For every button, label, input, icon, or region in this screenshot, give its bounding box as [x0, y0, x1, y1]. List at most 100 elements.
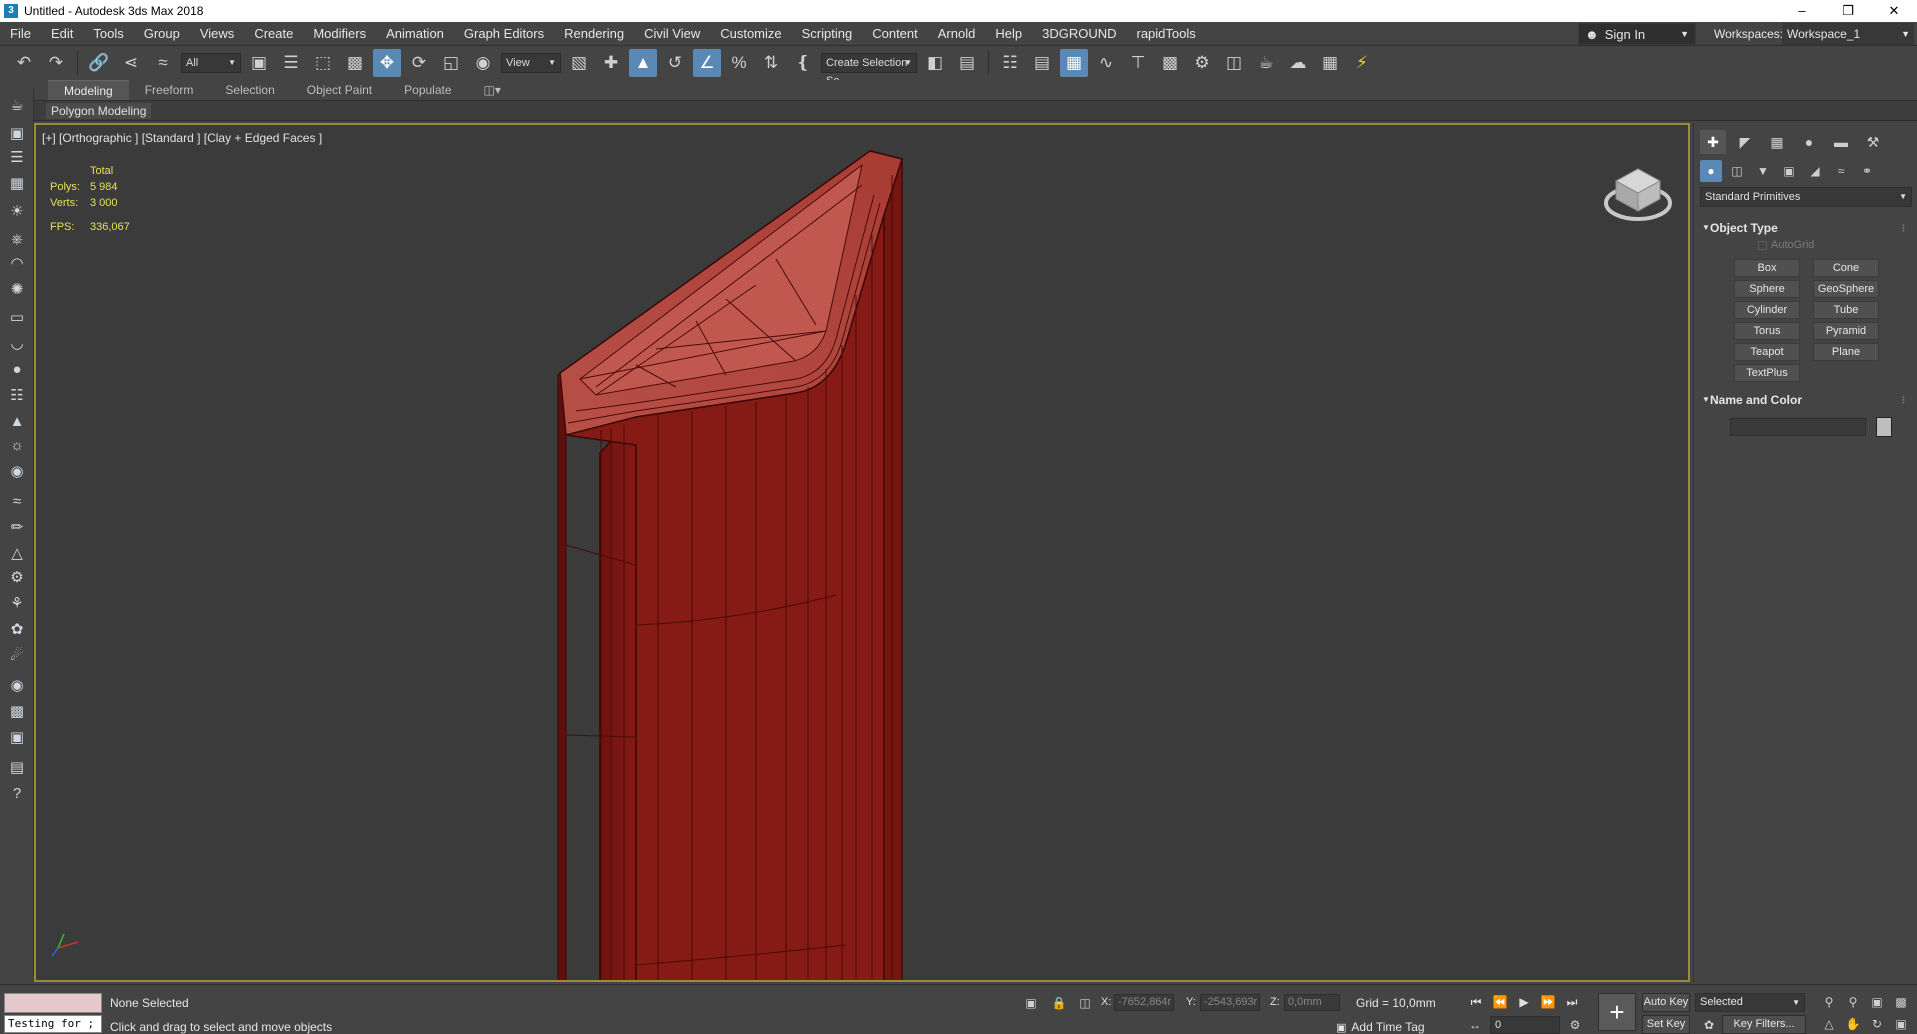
- geosphere-button[interactable]: GeoSphere: [1813, 280, 1879, 298]
- bind-space-warp-icon[interactable]: ≈: [149, 49, 177, 77]
- ribbon-options-icon[interactable]: ◫▾: [468, 80, 517, 100]
- select-by-name-icon[interactable]: ☰: [277, 49, 305, 77]
- isolate-selection-icon[interactable]: ▣: [1022, 994, 1040, 1012]
- maxscript-listener-input[interactable]: Testing for ;: [4, 1015, 102, 1033]
- x-coordinate-field[interactable]: -7652,864r: [1114, 994, 1174, 1011]
- align-icon[interactable]: ▤: [953, 49, 981, 77]
- utilities-icon[interactable]: ▤: [6, 756, 28, 778]
- layer-explorer-icon[interactable]: ▤: [1028, 49, 1056, 77]
- key-mode-icon[interactable]: ↔: [1466, 1016, 1484, 1034]
- menu-scripting[interactable]: Scripting: [792, 22, 863, 46]
- space-warps-icon[interactable]: ≈: [1830, 160, 1852, 182]
- z-coordinate-field[interactable]: 0,0mm: [1284, 994, 1340, 1011]
- key-filter-icon[interactable]: ✿: [1700, 1016, 1718, 1034]
- menu-create[interactable]: Create: [244, 22, 303, 46]
- primitive-type-dropdown[interactable]: Standard Primitives ▼: [1700, 187, 1912, 207]
- scene-explorer-icon[interactable]: ☷: [996, 49, 1024, 77]
- list-icon[interactable]: ☰: [6, 146, 28, 168]
- plane-icon[interactable]: ▭: [6, 306, 28, 328]
- object-name-field[interactable]: [1730, 418, 1866, 436]
- selection-lock-icon[interactable]: 🔒: [1050, 994, 1068, 1012]
- snaps-toggle-icon[interactable]: ↺: [661, 49, 689, 77]
- hair-icon[interactable]: ≈: [6, 490, 28, 512]
- helper-icon[interactable]: ◠: [6, 252, 28, 274]
- unlink-icon[interactable]: ⋖: [117, 49, 145, 77]
- create-tab-icon[interactable]: ✚: [1700, 130, 1726, 154]
- material-editor-icon[interactable]: ▩: [1156, 49, 1184, 77]
- render-in-cloud-icon[interactable]: ☁: [1284, 49, 1312, 77]
- reference-coordinate-dropdown[interactable]: View ▼: [501, 53, 561, 73]
- toggle-ribbon-icon[interactable]: ▦: [1060, 49, 1088, 77]
- teapot-icon[interactable]: ☕: [6, 94, 28, 116]
- orbit-icon[interactable]: ↻: [1868, 1015, 1886, 1033]
- polygon-modeling-panel-label[interactable]: Polygon Modeling: [46, 103, 152, 119]
- script-icon[interactable]: ▩: [6, 700, 28, 722]
- menu-views[interactable]: Views: [190, 22, 244, 46]
- redo-icon[interactable]: ↷: [42, 49, 70, 77]
- torus-button[interactable]: Torus: [1734, 322, 1800, 340]
- tab-object-paint[interactable]: Object Paint: [291, 80, 388, 100]
- menu-civil-view[interactable]: Civil View: [634, 22, 710, 46]
- absolute-mode-icon[interactable]: ◫: [1076, 994, 1094, 1012]
- render-setup-icon[interactable]: ⚙: [1188, 49, 1216, 77]
- mirror-icon[interactable]: ◧: [921, 49, 949, 77]
- tab-populate[interactable]: Populate: [388, 80, 467, 100]
- maxscript-listener-output[interactable]: [4, 993, 102, 1013]
- selection-filter-dropdown[interactable]: All ▼: [181, 53, 241, 73]
- tab-freeform[interactable]: Freeform: [129, 80, 210, 100]
- percent-snap-icon[interactable]: %: [725, 49, 753, 77]
- viewcube-icon[interactable]: [1598, 153, 1678, 233]
- dome-icon[interactable]: ☷: [6, 384, 28, 406]
- geometry-icon[interactable]: ●: [1700, 160, 1722, 182]
- shapes-icon[interactable]: ◫: [1726, 160, 1748, 182]
- hierarchy-tab-icon[interactable]: ▦: [1764, 130, 1790, 154]
- auto-key-button[interactable]: Auto Key: [1642, 993, 1690, 1012]
- set-key-button[interactable]: Set Key: [1642, 1015, 1690, 1034]
- menu-help[interactable]: Help: [985, 22, 1032, 46]
- maximize-viewport-icon[interactable]: ▣: [1892, 1015, 1910, 1033]
- next-frame-icon[interactable]: ⏩: [1538, 993, 1558, 1011]
- display-icon[interactable]: ▣: [6, 726, 28, 748]
- modify-tab-icon[interactable]: ◤: [1732, 130, 1758, 154]
- key-target-dropdown[interactable]: Selected ▼: [1695, 993, 1805, 1012]
- select-and-move-icon[interactable]: ✥: [373, 49, 401, 77]
- sun-icon[interactable]: ☼: [6, 434, 28, 456]
- layers-icon[interactable]: ▦: [6, 172, 28, 194]
- previous-frame-icon[interactable]: ⏪: [1490, 993, 1510, 1011]
- cameras-icon[interactable]: ▣: [1778, 160, 1800, 182]
- tab-modeling[interactable]: Modeling: [48, 79, 129, 101]
- restore-button[interactable]: ❐: [1825, 0, 1871, 22]
- menu-3dground[interactable]: 3DGROUND: [1032, 22, 1126, 46]
- zoom-all-icon[interactable]: ⚲: [1844, 993, 1862, 1011]
- zoom-extents-all-icon[interactable]: ▩: [1892, 993, 1910, 1011]
- link-icon[interactable]: 🔗: [85, 49, 113, 77]
- name-and-color-rollout-header[interactable]: ▼ Name and Color ⋮: [1700, 391, 1912, 409]
- tube-button[interactable]: Tube: [1813, 301, 1879, 319]
- current-frame-field[interactable]: 0: [1490, 1016, 1560, 1034]
- plane-button[interactable]: Plane: [1813, 343, 1879, 361]
- object-color-swatch[interactable]: [1876, 417, 1892, 437]
- mesh-object[interactable]: [36, 125, 1690, 982]
- edit-named-selection-icon[interactable]: ❴: [789, 49, 817, 77]
- helpers-icon[interactable]: ◢: [1804, 160, 1826, 182]
- object-type-rollout-header[interactable]: ▼ Object Type ⋮: [1700, 219, 1912, 237]
- menu-modifiers[interactable]: Modifiers: [303, 22, 376, 46]
- menu-group[interactable]: Group: [134, 22, 190, 46]
- cone-icon[interactable]: ▲: [6, 410, 28, 432]
- rectangular-selection-icon[interactable]: ⬚: [309, 49, 337, 77]
- add-time-tag-button[interactable]: ▣ Add Time Tag: [1336, 1020, 1425, 1034]
- undo-icon[interactable]: ↶: [10, 49, 38, 77]
- particles-icon[interactable]: ✺: [6, 278, 28, 300]
- hair-fx-icon[interactable]: ✿: [6, 618, 28, 640]
- spinner-snap-icon[interactable]: ⇅: [757, 49, 785, 77]
- select-and-scale-icon[interactable]: ◱: [437, 49, 465, 77]
- zoom-icon[interactable]: ⚲: [1820, 993, 1838, 1011]
- hemisphere-icon[interactable]: ◡: [6, 332, 28, 354]
- keyboard-shortcut-override-icon[interactable]: ▲: [629, 49, 657, 77]
- angle-snap-icon[interactable]: ∠: [693, 49, 721, 77]
- sphere-icon[interactable]: ●: [6, 358, 28, 380]
- cloth-icon[interactable]: ☄: [6, 644, 28, 666]
- globe-icon[interactable]: ◉: [6, 674, 28, 696]
- menu-rendering[interactable]: Rendering: [554, 22, 634, 46]
- field-of-view-icon[interactable]: △: [1820, 1015, 1838, 1033]
